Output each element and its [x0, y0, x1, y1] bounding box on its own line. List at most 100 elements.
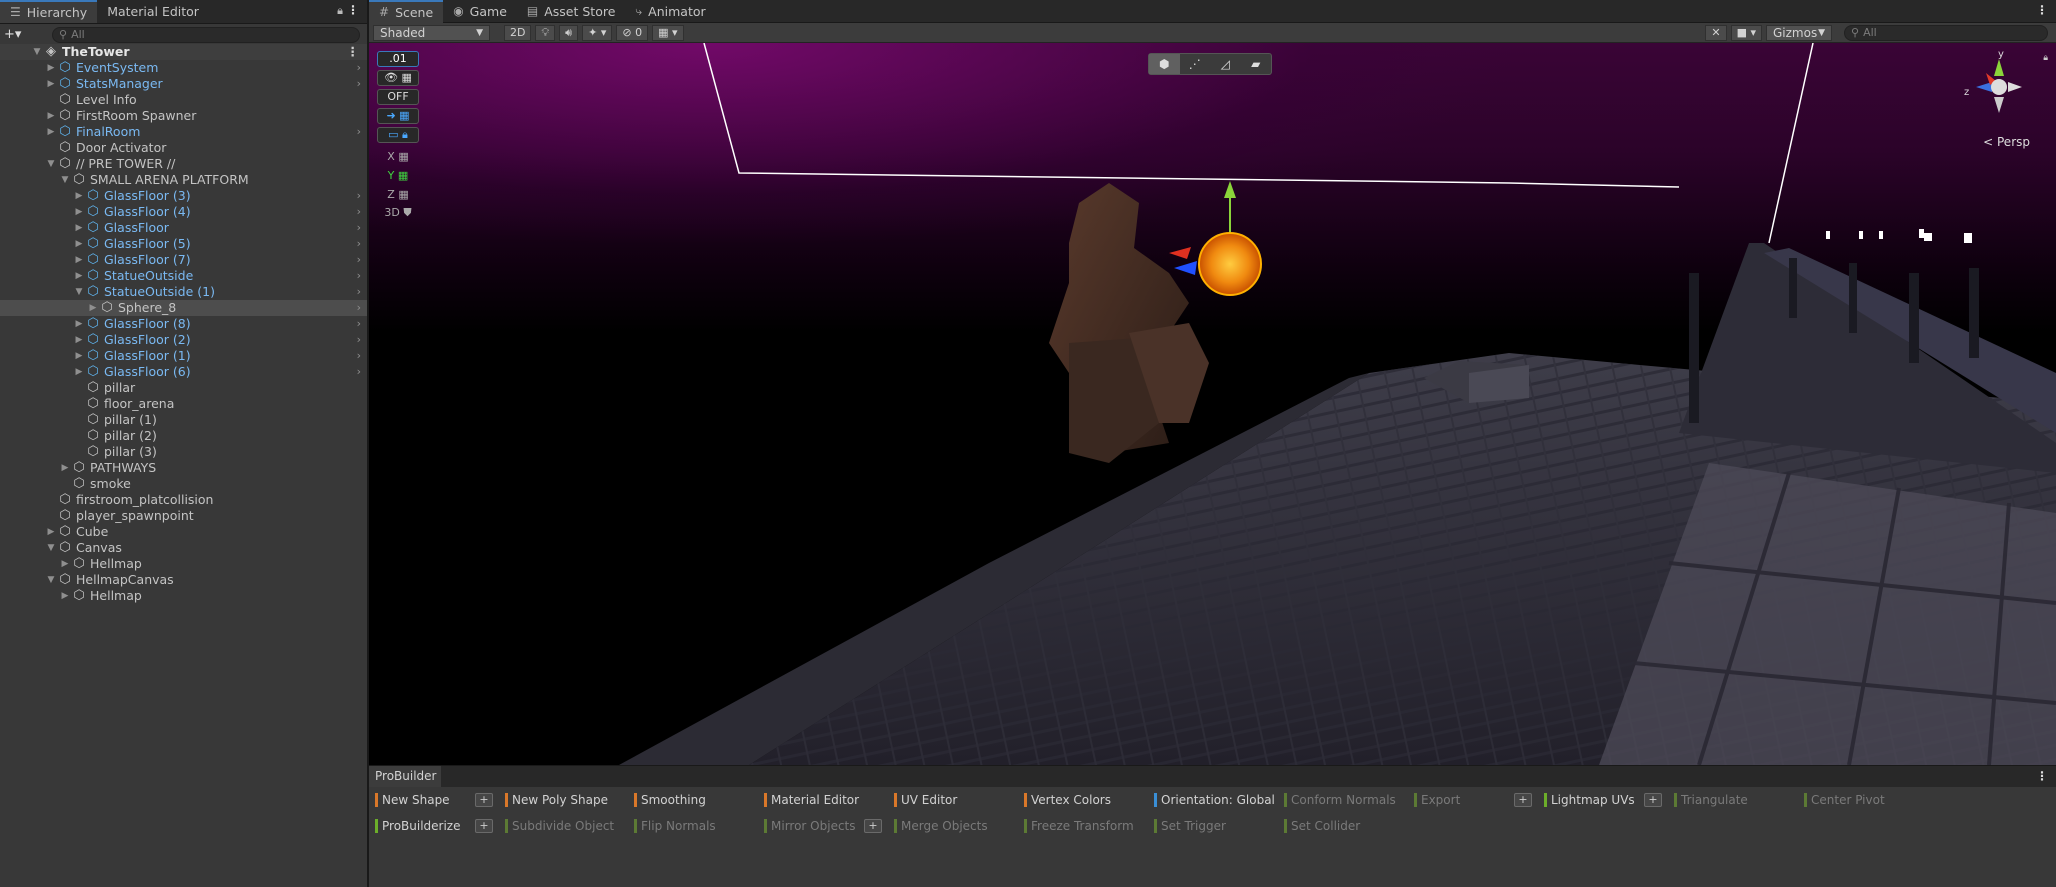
hierarchy-row[interactable]: ▶ ⬡ StatueOutside ›: [0, 268, 367, 284]
tab-asset-store[interactable]: ▤ Asset Store: [517, 0, 626, 23]
scene-options-icon[interactable]: ⋮: [347, 44, 360, 60]
collapsed-arrow-icon[interactable]: ▶: [73, 316, 85, 332]
hierarchy-row[interactable]: ▶ ⬡ GlassFloor (6) ›: [0, 364, 367, 380]
expanded-arrow-icon[interactable]: ▼: [45, 156, 57, 172]
probuilder-action-button[interactable]: Subdivide Object: [505, 818, 614, 834]
lighting-toggle[interactable]: 💡︎: [535, 24, 556, 41]
probuilder-action-button[interactable]: ProBuilderize: [375, 818, 461, 834]
collapsed-arrow-icon[interactable]: ▶: [59, 588, 71, 604]
open-prefab-chevron-icon[interactable]: ›: [357, 364, 361, 380]
probuilder-action-button[interactable]: Export: [1414, 792, 1460, 808]
tab-game[interactable]: ◉ Game: [443, 0, 517, 23]
probuilder-action-button[interactable]: New Poly Shape: [505, 792, 608, 808]
toggle-2d-button[interactable]: 2D: [504, 24, 532, 41]
tab-material-editor[interactable]: Material Editor: [97, 0, 209, 23]
hierarchy-row[interactable]: ▼ ⬡ Canvas: [0, 540, 367, 556]
collapsed-arrow-icon[interactable]: ▶: [73, 236, 85, 252]
camera-dropdown[interactable]: ■ ▾: [1730, 24, 1762, 41]
expanded-arrow-icon[interactable]: ▼: [31, 44, 43, 60]
hierarchy-row[interactable]: ▶ ⬡ GlassFloor (7) ›: [0, 252, 367, 268]
hierarchy-row[interactable]: ▶ ⬡ Hellmap: [0, 588, 367, 604]
collapsed-arrow-icon[interactable]: ▶: [45, 524, 57, 540]
hierarchy-row[interactable]: ▼ ◈ TheTower ⋮: [0, 44, 367, 60]
add-object-button[interactable]: +▾: [4, 27, 30, 42]
probuilder-action-button[interactable]: Freeze Transform: [1024, 818, 1134, 834]
hierarchy-row[interactable]: ▼ ⬡ StatueOutside (1) ›: [0, 284, 367, 300]
push-to-grid-button[interactable]: ➜ ▦: [377, 108, 419, 124]
collapsed-arrow-icon[interactable]: ▶: [73, 268, 85, 284]
hierarchy-row[interactable]: ▼ ⬡ HellmapCanvas: [0, 572, 367, 588]
scene-search-input[interactable]: ⚲ All: [1844, 24, 2048, 41]
collapsed-arrow-icon[interactable]: ▶: [73, 364, 85, 380]
collapsed-arrow-icon[interactable]: ▶: [73, 188, 85, 204]
probuilder-action-button[interactable]: Set Trigger: [1154, 818, 1226, 834]
probuilder-action-button[interactable]: Center Pivot: [1804, 792, 1885, 808]
collapsed-arrow-icon[interactable]: ▶: [59, 556, 71, 572]
face-mode-button[interactable]: ▰: [1241, 54, 1272, 74]
open-prefab-chevron-icon[interactable]: ›: [357, 124, 361, 140]
hierarchy-row[interactable]: ▼ ⬡ // PRE TOWER //: [0, 156, 367, 172]
hierarchy-row[interactable]: ▶ ⬡ GlassFloor ›: [0, 220, 367, 236]
probuilder-action-button[interactable]: New Shape: [375, 792, 450, 808]
probuilder-action-button[interactable]: Triangulate: [1674, 792, 1748, 808]
vertex-mode-button[interactable]: ⋰: [1180, 54, 1211, 74]
orientation-gizmo[interactable]: y z: [1964, 49, 2034, 121]
probuilder-action-button[interactable]: Orientation: Global: [1154, 792, 1275, 808]
hierarchy-row[interactable]: ⬡ Level Info: [0, 92, 367, 108]
hierarchy-row[interactable]: ▶ ⬡ Sphere_8 ›: [0, 300, 367, 316]
hierarchy-row[interactable]: ⬡ pillar (2): [0, 428, 367, 444]
open-prefab-chevron-icon[interactable]: ›: [357, 348, 361, 364]
hierarchy-row[interactable]: ▶ ⬡ GlassFloor (3) ›: [0, 188, 367, 204]
hierarchy-row[interactable]: ⬡ pillar (3): [0, 444, 367, 460]
hierarchy-row[interactable]: ⬡ Door Activator: [0, 140, 367, 156]
open-prefab-chevron-icon[interactable]: ›: [357, 268, 361, 284]
probuilder-action-button[interactable]: Lightmap UVs: [1544, 792, 1635, 808]
collapsed-arrow-icon[interactable]: ▶: [45, 76, 57, 92]
axis-x-grid-toggle[interactable]: X ▦: [377, 150, 419, 166]
hierarchy-row[interactable]: ▶ ⬡ GlassFloor (8) ›: [0, 316, 367, 332]
hierarchy-row[interactable]: ▶ ⬡ GlassFloor (4) ›: [0, 204, 367, 220]
gizmo-lock-icon[interactable]: 🔒︎: [2043, 53, 2048, 63]
gizmos-dropdown[interactable]: Gizmos ▼: [1766, 24, 1832, 41]
hidden-objects-toggle[interactable]: ⊘ 0: [616, 24, 649, 41]
hierarchy-row[interactable]: ▶ ⬡ FirstRoom Spawner: [0, 108, 367, 124]
probuilder-action-button[interactable]: Material Editor: [764, 792, 859, 808]
hierarchy-row[interactable]: ⬡ smoke: [0, 476, 367, 492]
open-prefab-chevron-icon[interactable]: ›: [357, 332, 361, 348]
axis-y-grid-toggle[interactable]: Y ▦: [377, 169, 419, 185]
collapsed-arrow-icon[interactable]: ▶: [59, 460, 71, 476]
snap-increment-button[interactable]: .01: [377, 51, 419, 67]
open-prefab-chevron-icon[interactable]: ›: [357, 316, 361, 332]
tools-button[interactable]: ✕: [1705, 24, 1727, 41]
probuilder-action-button[interactable]: UV Editor: [894, 792, 957, 808]
open-prefab-chevron-icon[interactable]: ›: [357, 76, 361, 92]
expanded-arrow-icon[interactable]: ▼: [45, 572, 57, 588]
probuilder-action-button[interactable]: Flip Normals: [634, 818, 716, 834]
perspective-toggle[interactable]: < Persp: [1983, 135, 2030, 149]
collapsed-arrow-icon[interactable]: ▶: [73, 332, 85, 348]
hierarchy-row[interactable]: ⬡ floor_arena: [0, 396, 367, 412]
hierarchy-row[interactable]: ▼ ⬡ SMALL ARENA PLATFORM: [0, 172, 367, 188]
open-prefab-chevron-icon[interactable]: ›: [357, 204, 361, 220]
visibility-grid-toggle[interactable]: 👁︎ ▦: [377, 70, 419, 86]
hierarchy-row[interactable]: ▶ ⬡ Hellmap: [0, 556, 367, 572]
hierarchy-search-input[interactable]: ⚲ All: [52, 26, 360, 43]
tab-animator[interactable]: ⤷ Animator: [625, 0, 715, 23]
collapsed-arrow-icon[interactable]: ▶: [45, 60, 57, 76]
3d-grid-toggle[interactable]: 3D ⛊: [377, 206, 419, 222]
hierarchy-row[interactable]: ▶ ⬡ Cube: [0, 524, 367, 540]
open-prefab-chevron-icon[interactable]: ›: [357, 188, 361, 204]
action-options-plus-button[interactable]: +: [475, 793, 493, 807]
probuilder-action-button[interactable]: Vertex Colors: [1024, 792, 1111, 808]
hierarchy-row[interactable]: ⬡ pillar (1): [0, 412, 367, 428]
collapsed-arrow-icon[interactable]: ▶: [45, 108, 57, 124]
open-prefab-chevron-icon[interactable]: ›: [357, 60, 361, 76]
lock-icon[interactable]: 🔒︎: [337, 4, 343, 18]
snap-lock-toggle[interactable]: ▭ 🔒︎: [377, 127, 419, 143]
expanded-arrow-icon[interactable]: ▼: [73, 284, 85, 300]
grid-dropdown[interactable]: ▦ ▾: [652, 24, 684, 41]
audio-toggle[interactable]: 🔊︎: [559, 24, 579, 41]
tab-scene[interactable]: # Scene: [369, 0, 444, 23]
collapsed-arrow-icon[interactable]: ▶: [73, 348, 85, 364]
object-mode-button[interactable]: ⬢: [1149, 54, 1180, 74]
